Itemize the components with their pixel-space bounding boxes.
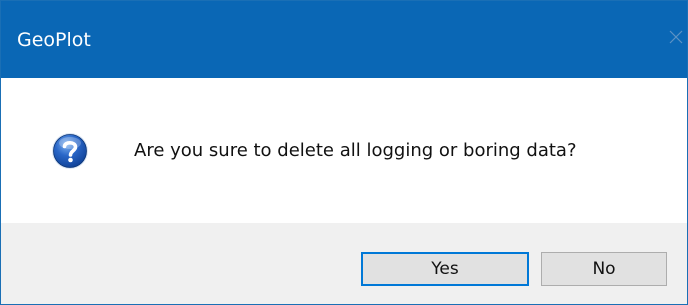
message-dialog: GeoPlot Are you sure to delete all loggi… [0, 0, 688, 305]
yes-button[interactable]: Yes [361, 252, 529, 286]
button-bar: Yes No [1, 223, 687, 304]
close-button[interactable] [659, 23, 687, 53]
message-text: Are you sure to delete all logging or bo… [134, 140, 577, 161]
no-button[interactable]: No [541, 252, 667, 286]
question-icon [52, 133, 88, 169]
close-icon [669, 30, 683, 44]
dialog-body: Are you sure to delete all logging or bo… [1, 78, 687, 223]
title-bar: GeoPlot [1, 1, 687, 78]
window-title: GeoPlot [17, 29, 91, 51]
